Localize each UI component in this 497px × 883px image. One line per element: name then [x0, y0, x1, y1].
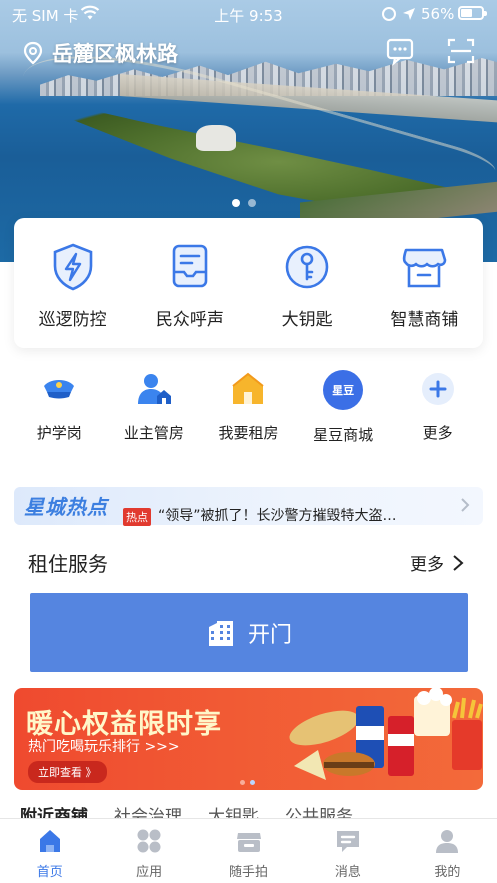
- rental-more-link[interactable]: 更多: [410, 550, 464, 575]
- rent-house-icon: [232, 372, 265, 404]
- statue: [196, 125, 236, 151]
- location-label: 岳麓区枫林路: [52, 42, 178, 66]
- rental-section-title: 租住服务: [28, 552, 108, 576]
- scan-icon[interactable]: [446, 36, 476, 66]
- service-owner-house-label: 业主管房: [123, 424, 184, 442]
- service-big-key-label: 大钥匙: [281, 310, 333, 330]
- service-smart-shop[interactable]: 智慧商铺: [366, 218, 483, 348]
- service-star-bean-mall[interactable]: 星豆 星豆商城: [296, 370, 391, 445]
- service-patrol[interactable]: 巡逻防控: [14, 218, 131, 348]
- storefront-icon: [403, 248, 447, 288]
- nav-snapshot[interactable]: 随手拍: [199, 819, 298, 883]
- rental-more-label: 更多: [410, 555, 444, 575]
- main-services-card: 巡逻防控 民众呼声 大钥匙 智慧商铺: [14, 218, 483, 348]
- tab-social-governance[interactable]: 社会治理: [114, 804, 182, 818]
- location-arrow-icon: [403, 8, 415, 20]
- service-patrol-label: 巡逻防控: [38, 310, 107, 330]
- promo-view-button[interactable]: 立即查看 》: [28, 761, 107, 783]
- status-bar: 无 SIM 卡 上午 9:53 56%: [0, 0, 497, 28]
- location-selector[interactable]: 岳麓区枫林路: [22, 38, 178, 68]
- hot-news-brand: 星城热点: [24, 495, 108, 519]
- nav-messages-label: 消息: [334, 865, 361, 880]
- chevron-right-icon: [461, 498, 470, 512]
- owner-house-icon: [137, 374, 171, 404]
- battery-nub: [484, 11, 487, 16]
- message-icon: [336, 831, 359, 852]
- battery-icon: [458, 6, 487, 20]
- message-icon[interactable]: [385, 36, 415, 66]
- profile-icon: [436, 830, 459, 853]
- key-icon: [285, 245, 329, 289]
- chevron-right-icon: [453, 554, 464, 571]
- promo-pagination: [240, 780, 255, 785]
- service-star-bean-mall-label: 星豆商城: [313, 426, 374, 444]
- rotation-lock-icon: [382, 7, 396, 21]
- rental-section-header: 租住服务 更多: [28, 545, 468, 576]
- banner-dot: [248, 199, 256, 207]
- sub-services-grid: 护学岗 业主管房 我要租房 星豆 星豆商城 更多: [0, 370, 497, 445]
- star-bean-bag-icon: 星豆: [323, 370, 364, 410]
- service-rent-house-label: 我要租房: [218, 424, 279, 442]
- nav-profile[interactable]: 我的: [398, 819, 497, 883]
- promo-dot: [240, 780, 245, 785]
- hot-news-bar[interactable]: 星城热点 热点 “领导”被抓了！长沙警方摧毁特大盗…: [14, 487, 483, 526]
- battery-level: [461, 9, 472, 17]
- open-door-label: 开门: [247, 622, 292, 648]
- nav-apps[interactable]: 应用: [99, 819, 198, 883]
- inbox-message-icon: [172, 244, 208, 288]
- plus-icon: [421, 373, 454, 405]
- police-cap-icon: [44, 380, 75, 399]
- hot-news-headline[interactable]: “领导”被抓了！长沙警方摧毁特大盗…: [158, 505, 448, 525]
- food-drinks-illustration: [289, 688, 483, 780]
- service-big-key[interactable]: 大钥匙: [249, 218, 366, 348]
- nav-snapshot-label: 随手拍: [229, 865, 269, 880]
- service-school-guard[interactable]: 护学岗: [12, 370, 107, 445]
- service-rent-house[interactable]: 我要租房: [201, 370, 296, 445]
- apps-grid-icon: [137, 829, 161, 853]
- camera-store-icon: [236, 833, 261, 852]
- nav-home-label: 首页: [36, 865, 63, 880]
- tab-public-service[interactable]: 公共服务: [285, 804, 353, 818]
- nav-profile-label: 我的: [434, 865, 461, 880]
- nav-messages[interactable]: 消息: [298, 819, 397, 883]
- promo-subtitle: 热门吃喝玩乐排行 >>>: [28, 739, 180, 755]
- nav-apps-label: 应用: [136, 865, 163, 880]
- content-tabs: 附近商铺 社会治理 大钥匙 公共服务: [20, 804, 497, 818]
- service-public-voice-label: 民众呼声: [155, 310, 224, 330]
- open-door-button[interactable]: 开门: [30, 593, 468, 672]
- promo-banner[interactable]: 暖心权益限时享 热门吃喝玩乐排行 >>> 立即查看 》: [14, 688, 483, 790]
- banner-pagination: [232, 199, 256, 207]
- service-smart-shop-label: 智慧商铺: [390, 310, 459, 330]
- bottom-nav: 首页 应用 随手拍 消息 我的: [0, 818, 497, 883]
- hot-tag-badge: 热点: [123, 508, 151, 526]
- promo-dot-active: [250, 780, 255, 785]
- service-school-guard-label: 护学岗: [36, 424, 82, 442]
- location-pin-icon: [23, 41, 43, 65]
- tab-nearby-shops[interactable]: 附近商铺: [20, 804, 88, 818]
- service-owner-house[interactable]: 业主管房: [107, 370, 202, 445]
- service-more-label: 更多: [422, 424, 453, 442]
- home-icon: [39, 830, 60, 852]
- shield-lightning-icon: [53, 243, 92, 291]
- tab-big-key[interactable]: 大钥匙: [208, 804, 259, 818]
- building-icon: [208, 620, 233, 646]
- nav-home[interactable]: 首页: [0, 819, 99, 883]
- banner-dot-active: [232, 199, 240, 207]
- service-public-voice[interactable]: 民众呼声: [131, 218, 248, 348]
- battery-percent: 56%: [421, 5, 455, 23]
- star-bean-icon-text: 星豆: [332, 384, 355, 397]
- service-more[interactable]: 更多: [390, 370, 485, 445]
